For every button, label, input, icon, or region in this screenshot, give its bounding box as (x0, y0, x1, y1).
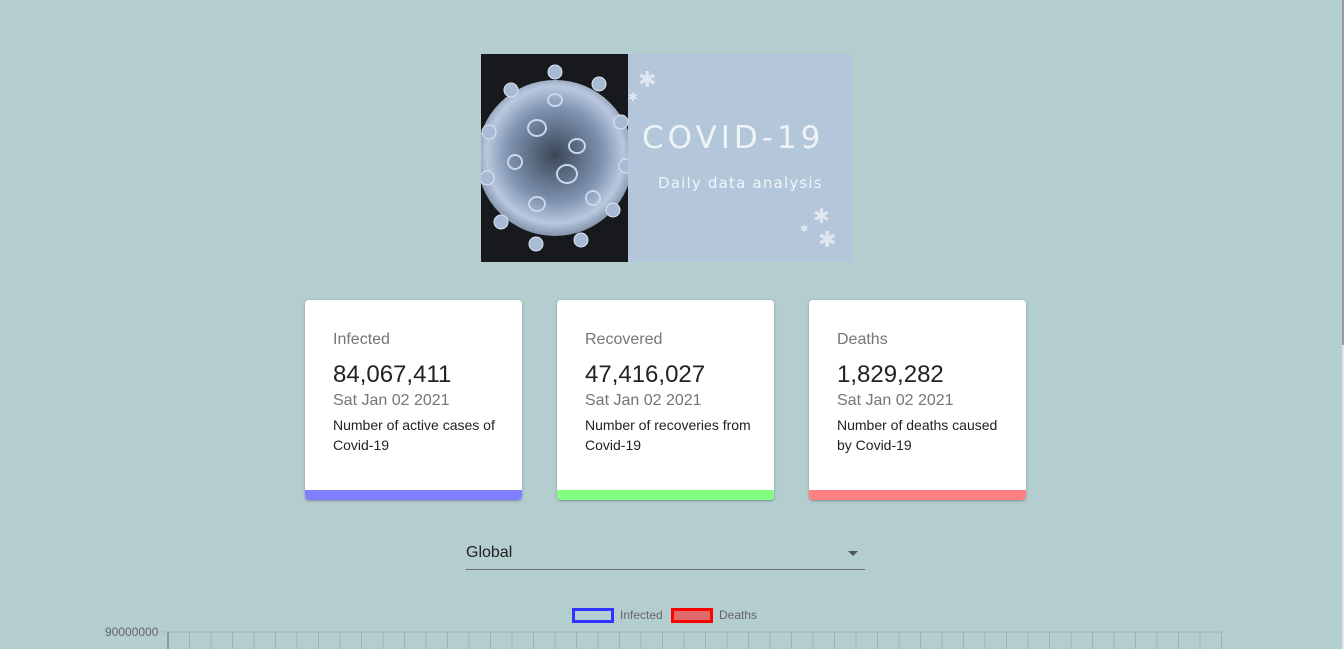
chart-grid (162, 631, 1222, 649)
